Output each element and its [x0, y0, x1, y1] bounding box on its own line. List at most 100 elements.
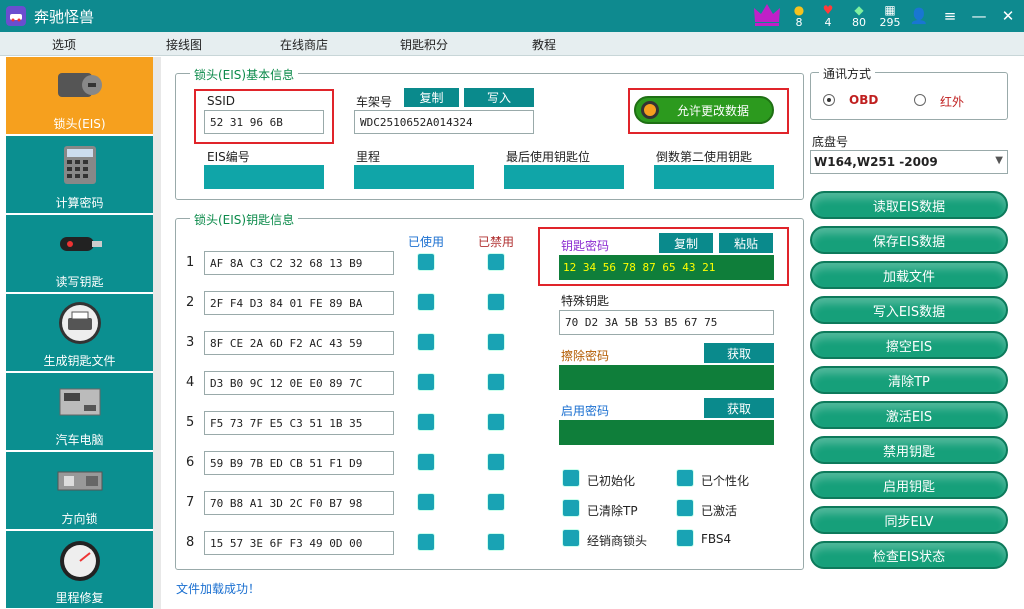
app-title: 奔驰怪兽	[34, 8, 95, 26]
sidebar-item-ecu[interactable]: 汽车电脑	[6, 373, 153, 452]
menu-bar: 选项 接线图 在线商店 钥匙积分 教程	[0, 32, 1024, 56]
app-logo-icon	[6, 6, 26, 26]
key-disabled-checkbox[interactable]	[487, 453, 505, 471]
sidebar-item-eis[interactable]: 锁头(EIS)	[6, 57, 153, 136]
activate-eis-button[interactable]: 激活EIS	[810, 401, 1008, 429]
steering-lock-icon	[54, 458, 106, 504]
chevron-down-icon: ▼	[995, 155, 1003, 166]
eis-number-field[interactable]	[204, 165, 324, 189]
enable-password-label: 启用密码	[561, 404, 610, 418]
flag-activated-checkbox[interactable]	[676, 499, 694, 517]
disable-key-button[interactable]: 禁用钥匙	[810, 436, 1008, 464]
key-row-number: 8	[186, 535, 195, 550]
flag-personalized-checkbox[interactable]	[676, 469, 694, 487]
key-disabled-checkbox[interactable]	[487, 373, 505, 391]
key-row-value[interactable]: AF 8A C3 C2 32 68 13 B9	[204, 251, 394, 275]
vin-field[interactable]: WDC2510652A014324	[354, 110, 534, 134]
key-disabled-checkbox[interactable]	[487, 293, 505, 311]
key-disabled-checkbox[interactable]	[487, 413, 505, 431]
menu-shop[interactable]: 在线商店	[280, 36, 328, 53]
erase-eis-button[interactable]: 擦空EIS	[810, 331, 1008, 359]
close-icon[interactable]: ✕	[998, 6, 1018, 26]
menu-tutorial[interactable]: 教程	[532, 36, 556, 53]
key-used-checkbox[interactable]	[417, 533, 435, 551]
toggle-knob-icon	[641, 101, 659, 119]
key-used-checkbox[interactable]	[417, 293, 435, 311]
database-stat: ▦ 295	[877, 3, 903, 29]
special-key-field[interactable]: 70 D2 3A 5B 53 B5 67 75	[559, 310, 774, 335]
enable-password-field[interactable]	[559, 420, 774, 445]
key-row-value[interactable]: 8F CE 2A 6D F2 AC 43 59	[204, 331, 394, 355]
key-used-checkbox[interactable]	[417, 373, 435, 391]
key-disabled-checkbox[interactable]	[487, 493, 505, 511]
allow-change-toggle[interactable]: 允许更改数据	[634, 96, 774, 124]
eis-key-info-title: 锁头(EIS)钥匙信息	[190, 211, 299, 228]
obd-label: OBD	[849, 93, 879, 107]
coin-icon: ●	[793, 3, 805, 17]
mileage-field[interactable]	[354, 165, 474, 189]
ssid-field[interactable]: 52 31 96 6B	[204, 110, 324, 134]
sidebar-item-calc[interactable]: 计算密码	[6, 136, 153, 215]
minimize-icon[interactable]: —	[969, 6, 989, 26]
save-eis-button[interactable]: 保存EIS数据	[810, 226, 1008, 254]
key-used-checkbox[interactable]	[417, 333, 435, 351]
flag-initialized-checkbox[interactable]	[562, 469, 580, 487]
sidebar-item-steering-lock[interactable]: 方向锁	[6, 452, 153, 531]
menu-options[interactable]: 选项	[52, 36, 76, 53]
used-header: 已使用	[408, 235, 445, 249]
sync-elv-button[interactable]: 同步ELV	[810, 506, 1008, 534]
vin-write-button[interactable]: 写入	[464, 88, 534, 107]
key-row-value[interactable]: 2F F4 D3 84 01 FE 89 BA	[204, 291, 394, 315]
flag-fbs4-checkbox[interactable]	[676, 529, 694, 547]
ir-label: 红外	[940, 95, 965, 109]
key-used-checkbox[interactable]	[417, 253, 435, 271]
coins-stat: ● 8	[786, 3, 812, 29]
ir-radio[interactable]	[914, 94, 926, 106]
user-icon[interactable]: 👤	[909, 6, 929, 26]
key-used-checkbox[interactable]	[417, 453, 435, 471]
second-last-key-label: 倒数第二使用钥匙	[656, 150, 753, 164]
check-eis-status-button[interactable]: 检查EIS状态	[810, 541, 1008, 569]
clear-tp-button[interactable]: 清除TP	[810, 366, 1008, 394]
second-last-key-field[interactable]	[654, 165, 774, 189]
key-row-value[interactable]: 59 B9 7B ED CB 51 F1 D9	[204, 451, 394, 475]
read-eis-button[interactable]: 读取EIS数据	[810, 191, 1008, 219]
key-disabled-checkbox[interactable]	[487, 533, 505, 551]
menu-key-points[interactable]: 钥匙积分	[400, 36, 448, 53]
ignition-lock-icon	[54, 63, 106, 109]
sidebar-item-mileage[interactable]: 里程修复	[6, 531, 153, 609]
vin-copy-button[interactable]: 复制	[404, 88, 459, 107]
key-disabled-checkbox[interactable]	[487, 333, 505, 351]
menu-icon[interactable]: ≡	[940, 6, 960, 26]
enable-key-button[interactable]: 启用钥匙	[810, 471, 1008, 499]
key-password-copy-button[interactable]: 复制	[659, 233, 713, 253]
key-row-value[interactable]: F5 73 7F E5 C3 51 1B 35	[204, 411, 394, 435]
key-row-value[interactable]: D3 B0 9C 12 0E E0 89 7C	[204, 371, 394, 395]
sidebar-scrollbar[interactable]	[153, 57, 161, 609]
key-password-paste-button[interactable]: 粘贴	[719, 233, 773, 253]
sidebar-item-key-rw[interactable]: 读写钥匙	[6, 215, 153, 294]
key-used-checkbox[interactable]	[417, 493, 435, 511]
mileage-label: 里程	[356, 150, 381, 164]
key-row-value[interactable]: 15 57 3E 6F F3 49 0D 00	[204, 531, 394, 555]
write-eis-button[interactable]: 写入EIS数据	[810, 296, 1008, 324]
key-row-number: 5	[186, 415, 195, 430]
flag-dealer-lock-checkbox[interactable]	[562, 529, 580, 547]
last-key-field[interactable]	[504, 165, 624, 189]
flag-tp-cleared-label: 已清除TP	[587, 504, 638, 518]
key-disabled-checkbox[interactable]	[487, 253, 505, 271]
menu-wiring[interactable]: 接线图	[166, 36, 202, 53]
obd-radio[interactable]	[823, 94, 835, 106]
heart-icon: ♥	[822, 3, 834, 17]
chassis-select[interactable]: W164,W251 -2009 ▼	[810, 150, 1008, 174]
erase-password-get-button[interactable]: 获取	[704, 343, 774, 363]
sidebar-item-keyfile[interactable]: 生成钥匙文件	[6, 294, 153, 373]
key-password-field[interactable]: 12 34 56 78 87 65 43 21	[559, 255, 774, 280]
erase-password-field[interactable]	[559, 365, 774, 390]
crown-icon[interactable]	[752, 2, 782, 28]
flag-tp-cleared-checkbox[interactable]	[562, 499, 580, 517]
enable-password-get-button[interactable]: 获取	[704, 398, 774, 418]
key-used-checkbox[interactable]	[417, 413, 435, 431]
load-file-button[interactable]: 加载文件	[810, 261, 1008, 289]
key-row-value[interactable]: 70 B8 A1 3D 2C F0 B7 98	[204, 491, 394, 515]
